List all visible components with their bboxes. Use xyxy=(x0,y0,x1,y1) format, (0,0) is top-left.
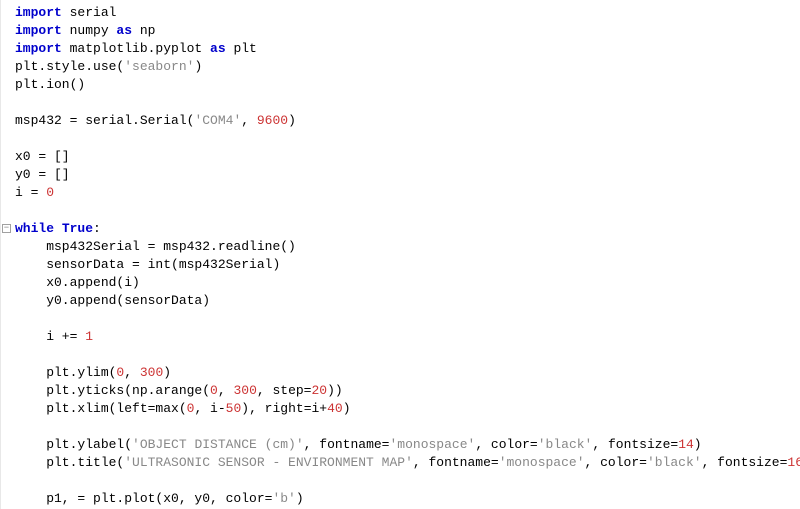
code-line: plt.title('ULTRASONIC SENSOR - ENVIRONME… xyxy=(15,455,800,470)
code-line: x0 = [] xyxy=(15,149,70,164)
code-line: y0.append(sensorData) xyxy=(15,293,210,308)
code-line: plt.ylim(0, 300) xyxy=(15,365,171,380)
code-line: sensorData = int(msp432Serial) xyxy=(15,257,280,272)
code-line: while True: xyxy=(15,221,101,236)
code-line: plt.yticks(np.arange(0, 300, step=20)) xyxy=(15,383,343,398)
code-line: plt.style.use('seaborn') xyxy=(15,59,202,74)
code-line: p1, = plt.plot(x0, y0, color='b') xyxy=(15,491,304,506)
code-line: msp432 = serial.Serial('COM4', 9600) xyxy=(15,113,296,128)
fold-toggle-icon[interactable]: − xyxy=(2,224,11,233)
code-line: import numpy as np xyxy=(15,23,155,38)
code-line: msp432Serial = msp432.readline() xyxy=(15,239,296,254)
code-line: plt.ylabel('OBJECT DISTANCE (cm)', fontn… xyxy=(15,437,702,452)
code-line: x0.append(i) xyxy=(15,275,140,290)
code-line: plt.xlim(left=max(0, i-50), right=i+40) xyxy=(15,401,351,416)
code-line: i += 1 xyxy=(15,329,93,344)
code-line: y0 = [] xyxy=(15,167,70,182)
code-line: import matplotlib.pyplot as plt xyxy=(15,41,257,56)
code-line: import serial xyxy=(15,5,116,20)
code-editor: import serial import numpy as np import … xyxy=(0,0,800,509)
code-line: i = 0 xyxy=(15,185,54,200)
code-line: plt.ion() xyxy=(15,77,85,92)
